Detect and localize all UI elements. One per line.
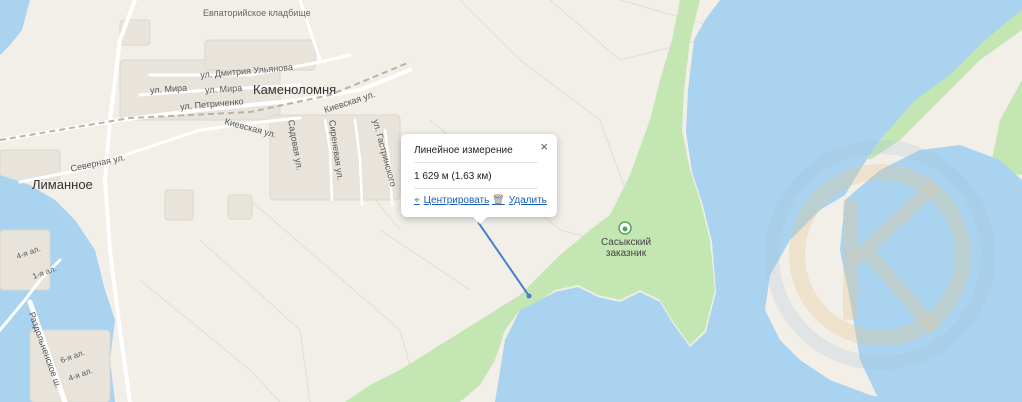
map-canvas[interactable]: Евпаторийское кладбище ул. Дмитрия Ульян…: [0, 0, 1022, 402]
measurement-popup: Линейное измерение × 1 629 м (1.63 км) ⌖…: [401, 134, 557, 224]
delete-button[interactable]: 🗑 Удалить: [492, 195, 547, 206]
measurement-distance: 1 629 м (1.63 км): [414, 171, 492, 182]
center-button-label: Центрировать: [423, 195, 490, 206]
label-reserve: Сасыкский заказник: [600, 237, 652, 259]
delete-button-label: Удалить: [508, 195, 547, 206]
label-street-mira-2: ул. Мира: [204, 83, 243, 95]
center-icon: ⌖: [414, 195, 420, 206]
trash-icon: 🗑: [492, 195, 505, 206]
label-town-limannoe: Лиманное: [32, 177, 93, 192]
reserve-poi-icon[interactable]: [618, 221, 632, 235]
popup-title: Линейное измерение: [414, 145, 513, 156]
measurement-end-point[interactable]: [526, 293, 532, 299]
popup-divider-top: [414, 162, 538, 163]
label-town-kamenolomnya: Каменоломня: [253, 82, 337, 97]
center-button[interactable]: ⌖ Центрировать: [414, 195, 489, 206]
popup-divider-bottom: [414, 188, 538, 189]
close-icon[interactable]: ×: [540, 139, 548, 154]
label-cemetery: Евпаторийское кладбище: [203, 8, 311, 18]
